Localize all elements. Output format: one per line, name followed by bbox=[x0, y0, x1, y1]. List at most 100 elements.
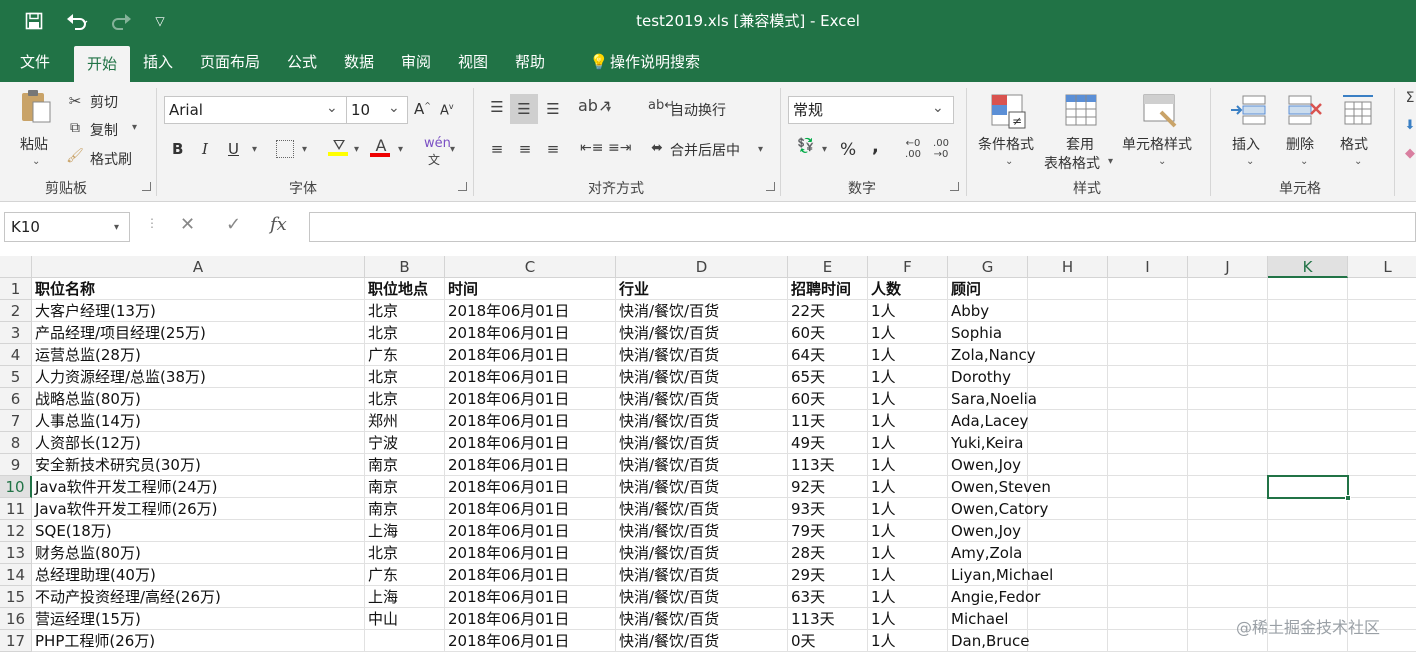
table-cell[interactable] bbox=[1028, 630, 1108, 652]
fill-icon[interactable]: ⬇ bbox=[1404, 118, 1416, 133]
table-cell[interactable]: 2018年06月01日 bbox=[445, 410, 616, 432]
table-cell[interactable] bbox=[1028, 410, 1108, 432]
column-header-l[interactable]: L bbox=[1348, 256, 1416, 278]
cell-styles-button[interactable]: 单元格样式 bbox=[1122, 134, 1192, 154]
table-cell[interactable]: 2018年06月01日 bbox=[445, 608, 616, 630]
table-cell[interactable]: 宁波 bbox=[365, 432, 445, 454]
number-format-dropdown-icon[interactable]: ⌄ bbox=[932, 100, 944, 116]
table-cell[interactable] bbox=[1188, 388, 1268, 410]
table-cell[interactable] bbox=[1108, 586, 1188, 608]
table-cell[interactable]: 广东 bbox=[365, 344, 445, 366]
table-cell[interactable] bbox=[1188, 344, 1268, 366]
tab-insert[interactable]: 插入 bbox=[134, 42, 182, 82]
row-header[interactable]: 9 bbox=[0, 454, 32, 476]
table-cell[interactable]: 93天 bbox=[788, 498, 868, 520]
name-box[interactable]: K10 bbox=[4, 212, 130, 242]
row-header[interactable]: 13 bbox=[0, 542, 32, 564]
row-header[interactable]: 15 bbox=[0, 586, 32, 608]
table-cell[interactable]: 2018年06月01日 bbox=[445, 542, 616, 564]
table-cell[interactable]: 2018年06月01日 bbox=[445, 432, 616, 454]
table-cell[interactable] bbox=[1108, 300, 1188, 322]
table-cell[interactable] bbox=[1348, 344, 1416, 366]
merge-dropdown-icon[interactable]: ▾ bbox=[758, 144, 763, 155]
table-cell[interactable]: 60天 bbox=[788, 388, 868, 410]
formula-bar-drag-icon[interactable]: ⋮ bbox=[146, 216, 158, 230]
italic-button[interactable]: I bbox=[202, 140, 208, 158]
table-cell[interactable] bbox=[1188, 542, 1268, 564]
table-cell[interactable]: 2018年06月01日 bbox=[445, 520, 616, 542]
table-cell[interactable] bbox=[1348, 520, 1416, 542]
paste-dropdown-icon[interactable]: ⌄ bbox=[32, 156, 40, 167]
table-cell[interactable]: 战略总监(80万) bbox=[32, 388, 365, 410]
font-color-icon[interactable]: A bbox=[370, 136, 392, 157]
table-cell[interactable]: Yuki,Keira bbox=[948, 432, 1028, 454]
paste-icon[interactable] bbox=[18, 88, 54, 124]
row-header[interactable]: 3 bbox=[0, 322, 32, 344]
table-cell[interactable] bbox=[1268, 564, 1348, 586]
column-header-j[interactable]: J bbox=[1188, 256, 1268, 278]
table-cell[interactable]: 1人 bbox=[868, 410, 948, 432]
tab-view[interactable]: 视图 bbox=[448, 42, 498, 82]
table-cell[interactable] bbox=[1188, 432, 1268, 454]
table-cell[interactable] bbox=[1108, 388, 1188, 410]
table-cell[interactable]: Sara,Noelia bbox=[948, 388, 1037, 410]
borders-icon[interactable] bbox=[276, 140, 294, 158]
table-cell[interactable]: 郑州 bbox=[365, 410, 445, 432]
merge-center-button[interactable]: 合并后居中 bbox=[670, 140, 740, 160]
table-cell[interactable]: PHP工程师(26万) bbox=[32, 630, 365, 652]
table-cell[interactable] bbox=[1028, 608, 1108, 630]
row-header[interactable]: 12 bbox=[0, 520, 32, 542]
table-cell[interactable] bbox=[1028, 278, 1108, 300]
row-header[interactable]: 4 bbox=[0, 344, 32, 366]
table-cell[interactable] bbox=[1188, 564, 1268, 586]
align-left-icon[interactable]: ≡ bbox=[486, 140, 508, 158]
table-cell[interactable]: 行业 bbox=[616, 278, 788, 300]
format-as-table-button[interactable]: 表格格式 bbox=[1044, 153, 1100, 173]
table-cell[interactable] bbox=[1268, 520, 1348, 542]
table-cell[interactable]: 1人 bbox=[868, 344, 948, 366]
table-cell[interactable]: SQE(18万) bbox=[32, 520, 365, 542]
format-cells-button[interactable]: 格式 bbox=[1340, 134, 1368, 154]
tab-page-layout[interactable]: 页面布局 bbox=[192, 42, 268, 82]
table-cell[interactable]: Owen,Catory bbox=[948, 498, 1048, 520]
table-cell[interactable]: 快消/餐饮/百货 bbox=[616, 432, 788, 454]
table-cell[interactable]: 2018年06月01日 bbox=[445, 476, 616, 498]
row-header[interactable]: 16 bbox=[0, 608, 32, 630]
table-cell[interactable]: 11天 bbox=[788, 410, 868, 432]
align-center-icon[interactable]: ≡ bbox=[514, 140, 536, 158]
table-cell[interactable]: Abby bbox=[948, 300, 1028, 322]
table-cell[interactable] bbox=[1188, 366, 1268, 388]
table-cell[interactable] bbox=[1348, 322, 1416, 344]
table-cell[interactable]: Owen,Joy bbox=[948, 454, 1028, 476]
table-cell[interactable] bbox=[1348, 410, 1416, 432]
table-cell[interactable]: 快消/餐饮/百货 bbox=[616, 542, 788, 564]
row-header[interactable]: 1 bbox=[0, 278, 32, 300]
paste-button[interactable]: 粘贴 bbox=[20, 134, 48, 154]
table-cell[interactable]: 0天 bbox=[788, 630, 868, 652]
table-cell[interactable] bbox=[1028, 520, 1108, 542]
format-cells-dropdown-icon[interactable]: ⌄ bbox=[1354, 156, 1362, 167]
table-cell[interactable]: 大客户经理(13万) bbox=[32, 300, 365, 322]
table-cell[interactable] bbox=[1188, 454, 1268, 476]
table-cell[interactable]: 快消/餐饮/百货 bbox=[616, 410, 788, 432]
table-cell[interactable]: 1人 bbox=[868, 498, 948, 520]
table-cell[interactable]: 1人 bbox=[868, 454, 948, 476]
table-cell[interactable]: 财务总监(80万) bbox=[32, 542, 365, 564]
clear-icon[interactable]: ◆ bbox=[1404, 146, 1416, 161]
decrease-indent-icon[interactable]: ⇤≡ bbox=[580, 140, 603, 156]
wrap-text-button[interactable]: 自动换行 bbox=[670, 100, 726, 120]
table-cell[interactable] bbox=[1348, 454, 1416, 476]
tab-data[interactable]: 数据 bbox=[334, 42, 384, 82]
table-cell[interactable]: 广东 bbox=[365, 564, 445, 586]
table-cell[interactable]: Dorothy bbox=[948, 366, 1028, 388]
table-cell[interactable] bbox=[1028, 476, 1108, 498]
table-cell[interactable] bbox=[1188, 300, 1268, 322]
table-cell[interactable]: 营运经理(15万) bbox=[32, 608, 365, 630]
table-cell[interactable] bbox=[1188, 410, 1268, 432]
table-cell[interactable]: 65天 bbox=[788, 366, 868, 388]
table-cell[interactable] bbox=[1268, 366, 1348, 388]
column-header-c[interactable]: C bbox=[445, 256, 616, 278]
format-as-table-icon[interactable] bbox=[1062, 92, 1102, 132]
enter-icon[interactable]: ✓ bbox=[226, 214, 241, 235]
table-cell[interactable]: 29天 bbox=[788, 564, 868, 586]
